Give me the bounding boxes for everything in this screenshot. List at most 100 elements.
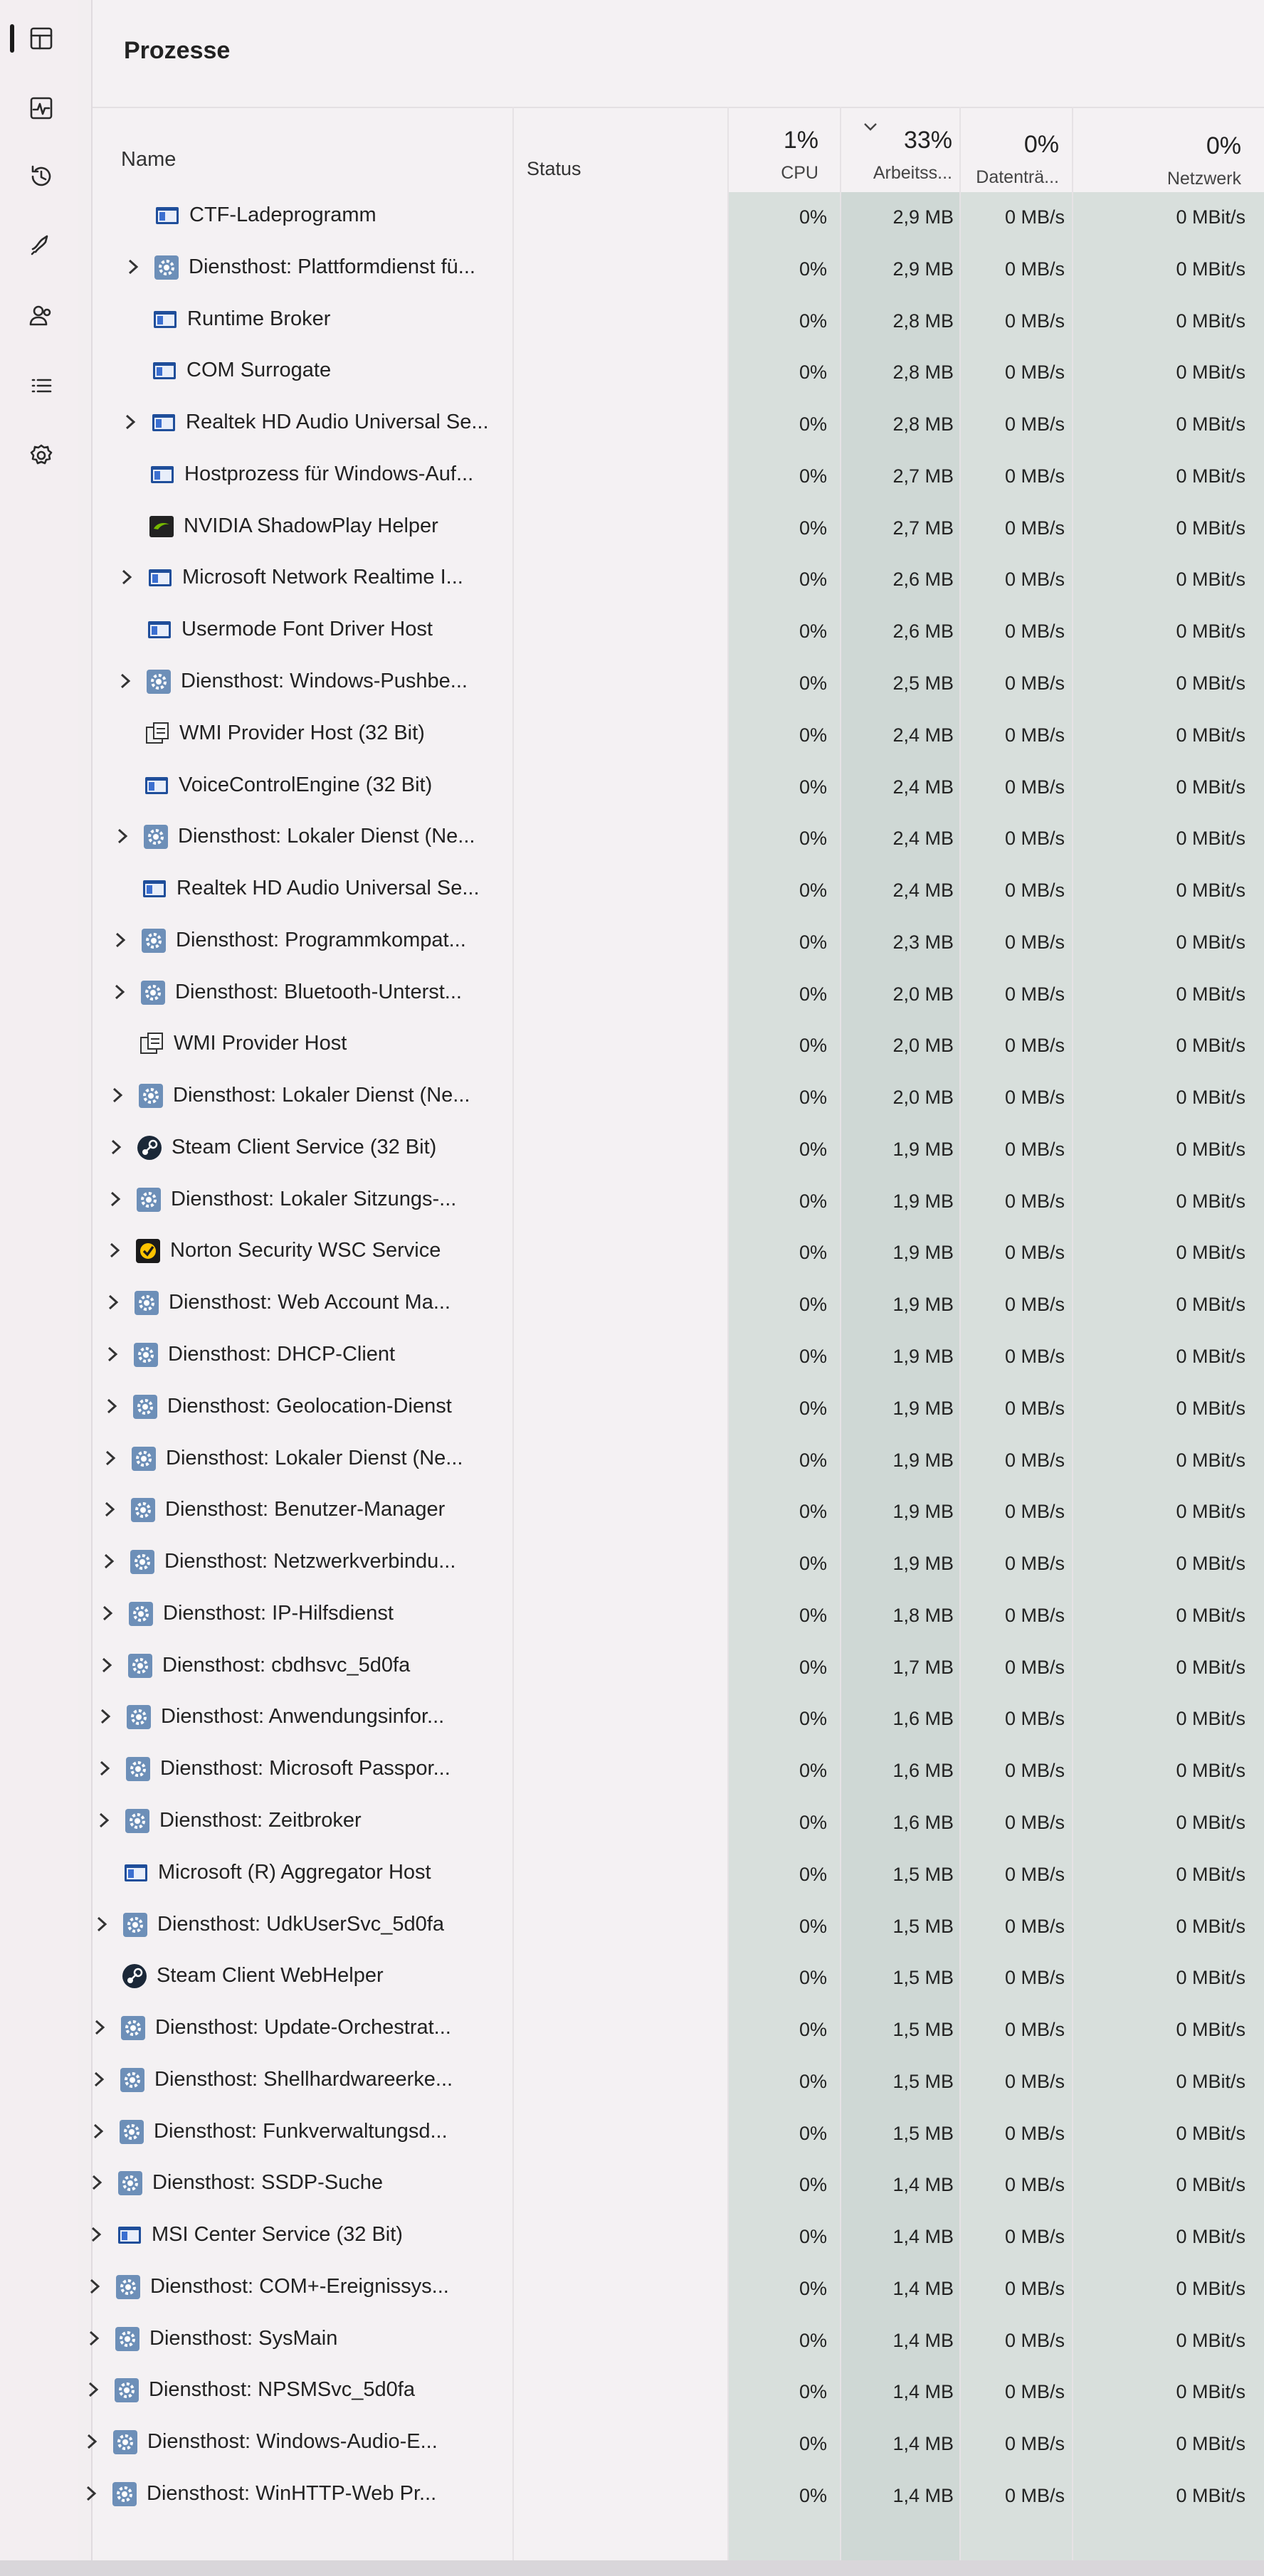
expand-chevron-icon[interactable]: [102, 1396, 122, 1416]
column-header-network[interactable]: 0% Netzwerk: [1072, 132, 1241, 189]
process-row[interactable]: VoiceControlEngine (32 Bit) 0% 2,4 MB 0 MB/…: [93, 761, 1264, 812]
expand-chevron-icon[interactable]: [97, 1655, 117, 1675]
process-row[interactable]: Diensthost: Netzwerkverbindu... 0% 1,9 MB 0…: [93, 1537, 1264, 1588]
process-row[interactable]: Diensthost: Windows-Audio-E... 0% 1,4 MB 0 …: [87, 2417, 1264, 2469]
process-row[interactable]: Diensthost: Benutzer-Manager 0% 1,9 MB 0 MB…: [93, 1485, 1264, 1536]
process-row[interactable]: Diensthost: SSDP-Suche 0% 1,4 MB 0 MB/s 0 MB…: [92, 2158, 1264, 2210]
network-value: 0 MBit/s: [1176, 2381, 1245, 2402]
service-gear-icon: [139, 979, 167, 1006]
expand-chevron-icon[interactable]: [117, 567, 137, 587]
expand-chevron-icon[interactable]: [102, 1344, 122, 1364]
nav-startup-apps[interactable]: [21, 225, 61, 265]
process-row[interactable]: Microsoft (R) Aggregator Host 0% 1,5 MB 0 M…: [93, 1848, 1264, 1899]
expand-chevron-icon[interactable]: [82, 2432, 102, 2451]
process-row[interactable]: Diensthost: IP-Hilfsdienst 0% 1,8 MB 0 MB/s…: [93, 1589, 1264, 1640]
expand-chevron-icon[interactable]: [89, 2069, 109, 2089]
selected-indicator: [10, 24, 14, 53]
process-row[interactable]: Diensthost: COM+-Ereignissys... 0% 1,4 MB 0…: [90, 2262, 1264, 2313]
process-row[interactable]: Diensthost: Windows-Pushbe... 0% 2,5 MB 0 M…: [93, 657, 1264, 708]
disk-value: 0 MB/s: [1004, 1760, 1065, 1781]
process-row[interactable]: Runtime Broker 0% 2,8 MB 0 MB/s 0 MBit/s: [93, 295, 1264, 346]
expand-chevron-icon[interactable]: [110, 930, 130, 950]
cpu-value: 0%: [799, 880, 827, 901]
column-header-cpu[interactable]: 1% CPU: [727, 127, 818, 184]
memory-value: 1,9 MB: [892, 1398, 954, 1419]
memory-value: 1,4 MB: [892, 2330, 954, 2351]
expand-chevron-icon[interactable]: [99, 1551, 119, 1571]
expand-chevron-icon[interactable]: [95, 1758, 115, 1778]
process-row[interactable]: Diensthost: SysMain 0% 1,4 MB 0 MB/s 0 MBit/…: [89, 2314, 1264, 2365]
process-row[interactable]: Diensthost: Programmkompat... 0% 2,3 MB 0 M…: [93, 916, 1264, 967]
nav-details[interactable]: [21, 366, 61, 406]
process-row[interactable]: Diensthost: WinHTTP-Web Pr... 0% 1,4 MB 0 M…: [86, 2469, 1264, 2520]
process-row[interactable]: Diensthost: Shellhardwareerke... 0% 1,5 MB…: [93, 2055, 1264, 2106]
process-row[interactable]: Diensthost: Web Account Ma... 0% 1,9 MB 0 M…: [93, 1278, 1264, 1329]
process-row[interactable]: Realtek HD Audio Universal Se... 0% 2,8 MB…: [93, 398, 1264, 449]
process-row[interactable]: Diensthost: Microsoft Passpor... 0% 1,6 MB…: [93, 1744, 1264, 1795]
process-row[interactable]: Diensthost: Plattformdienst fü... 0% 2,9 M…: [93, 243, 1264, 294]
expand-chevron-icon[interactable]: [120, 412, 140, 432]
process-row[interactable]: Norton Security WSC Service 0% 1,9 MB 0 MB/…: [93, 1226, 1264, 1277]
expand-chevron-icon[interactable]: [98, 1603, 117, 1623]
expand-chevron-icon[interactable]: [86, 2224, 106, 2244]
column-header-memory[interactable]: 33% Arbeitss...: [840, 123, 952, 184]
process-row[interactable]: Diensthost: Funkverwaltungsd... 0% 1,5 MB 0…: [93, 2107, 1264, 2158]
process-row[interactable]: Diensthost: NPSMSvc_5d0fa 0% 1,4 MB 0 MB/s 0…: [88, 2365, 1264, 2417]
process-row[interactable]: Steam Client Service (32 Bit) 0% 1,9 MB 0 M…: [93, 1123, 1264, 1174]
column-header-disk[interactable]: 0% Datenträ...: [959, 131, 1059, 188]
expand-chevron-icon[interactable]: [88, 2121, 108, 2141]
expand-chevron-icon[interactable]: [100, 1448, 120, 1468]
expand-chevron-icon[interactable]: [94, 1810, 114, 1830]
expand-chevron-icon[interactable]: [105, 1240, 125, 1260]
expand-chevron-icon[interactable]: [112, 826, 132, 846]
expand-chevron-icon[interactable]: [83, 2380, 103, 2400]
process-row[interactable]: COM Surrogate 0% 2,8 MB 0 MB/s 0 MBit/s: [93, 346, 1264, 397]
process-row[interactable]: Diensthost: Geolocation-Dienst 0% 1,9 MB 0 …: [93, 1382, 1264, 1433]
process-row[interactable]: CTF-Ladeprogramm 0% 2,9 MB 0 MB/s 0 MBit/s: [93, 191, 1264, 242]
process-row[interactable]: Diensthost: Lokaler Dienst (Ne... 0% 1,9 M…: [93, 1434, 1264, 1485]
process-row[interactable]: WMI Provider Host 0% 2,0 MB 0 MB/s 0 MBit/s: [93, 1019, 1264, 1070]
nav-processes[interactable]: [21, 19, 61, 58]
nav-app-history[interactable]: [21, 157, 61, 196]
nav-services[interactable]: [21, 436, 61, 475]
expand-chevron-icon[interactable]: [87, 2173, 107, 2192]
expand-chevron-icon[interactable]: [106, 1137, 126, 1157]
service-gear-icon: [129, 1548, 156, 1575]
process-row[interactable]: Usermode Font Driver Host 0% 2,6 MB 0 MB/s 0…: [93, 605, 1264, 656]
process-row[interactable]: Diensthost: cbdhsvc_5d0fa 0% 1,7 MB 0 MB/s 0…: [93, 1641, 1264, 1692]
process-row[interactable]: Diensthost: Lokaler Sitzungs-... 0% 1,9 MB…: [93, 1175, 1264, 1226]
expand-chevron-icon[interactable]: [110, 982, 130, 1002]
process-row[interactable]: Diensthost: UdkUserSvc_5d0fa 0% 1,5 MB 0 MB…: [93, 1900, 1264, 1951]
expand-chevron-icon[interactable]: [123, 257, 143, 277]
expand-chevron-icon[interactable]: [95, 1706, 115, 1726]
expand-chevron-icon[interactable]: [90, 2017, 110, 2037]
nav-users[interactable]: [21, 296, 61, 336]
process-row[interactable]: Steam Client WebHelper 0% 1,5 MB 0 MB/s 0 MB…: [93, 1951, 1264, 2002]
process-row[interactable]: WMI Provider Host (32 Bit) 0% 2,4 MB 0 MB/s…: [93, 709, 1264, 760]
process-row[interactable]: Diensthost: Lokaler Dienst (Ne... 0% 2,0 M…: [93, 1071, 1264, 1122]
process-row[interactable]: Hostprozess für Windows-Auf... 0% 2,7 MB 0 …: [93, 450, 1264, 501]
expand-chevron-icon[interactable]: [100, 1499, 120, 1519]
expand-chevron-icon[interactable]: [85, 2276, 105, 2296]
process-row[interactable]: Diensthost: Bluetooth-Unterst... 0% 2,0 MB…: [93, 968, 1264, 1019]
process-row[interactable]: MSI Center Service (32 Bit) 0% 1,4 MB 0 MB/…: [91, 2210, 1264, 2261]
expand-chevron-icon[interactable]: [107, 1085, 127, 1105]
process-row[interactable]: Diensthost: Lokaler Dienst (Ne... 0% 2,4 M…: [93, 812, 1264, 863]
expand-chevron-icon[interactable]: [92, 1914, 112, 1934]
process-row[interactable]: Diensthost: Update-Orchestrat... 0% 1,5 MB…: [93, 2003, 1264, 2054]
process-row[interactable]: Diensthost: DHCP-Client 0% 1,9 MB 0 MB/s 0 M…: [93, 1330, 1264, 1381]
expand-chevron-icon[interactable]: [81, 2483, 101, 2503]
column-header-name[interactable]: Name: [121, 148, 176, 171]
process-row[interactable]: NVIDIA ShadowPlay Helper 0% 2,7 MB 0 MB/s 0 …: [93, 502, 1264, 553]
nav-performance[interactable]: [21, 88, 61, 128]
expand-chevron-icon[interactable]: [103, 1292, 123, 1312]
expand-chevron-icon[interactable]: [84, 2328, 104, 2348]
process-row[interactable]: Realtek HD Audio Universal Se... 0% 2,4 MB…: [93, 864, 1264, 915]
expand-chevron-icon[interactable]: [105, 1189, 125, 1209]
process-row[interactable]: Diensthost: Zeitbroker 0% 1,6 MB 0 MB/s 0 MB…: [93, 1796, 1264, 1847]
memory-value: 2,9 MB: [892, 206, 954, 228]
column-header-status[interactable]: Status: [527, 158, 581, 180]
expand-chevron-icon[interactable]: [115, 671, 135, 691]
process-row[interactable]: Microsoft Network Realtime I... 0% 2,6 MB 0…: [93, 553, 1264, 604]
process-row[interactable]: Diensthost: Anwendungsinfor... 0% 1,6 MB 0 …: [93, 1692, 1264, 1743]
